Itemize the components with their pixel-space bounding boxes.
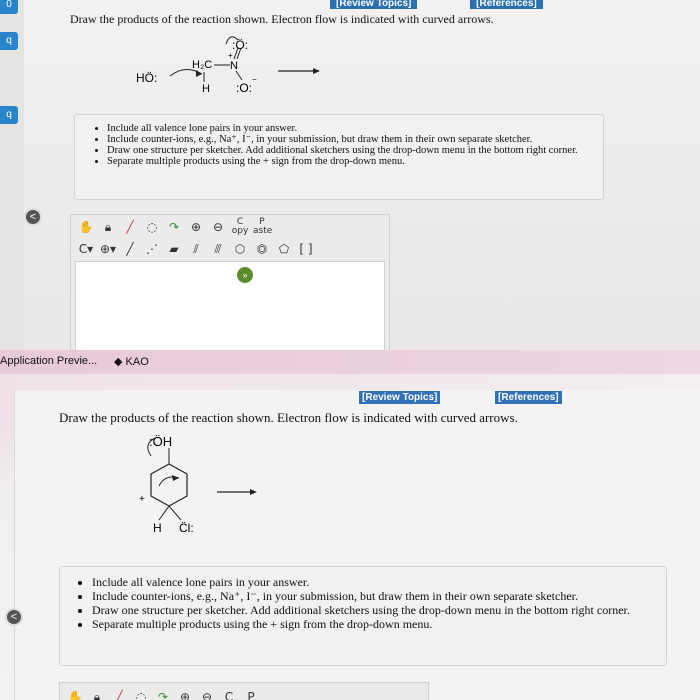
submit-icon[interactable]: »	[237, 267, 253, 283]
bracket-icon[interactable]: [ ]±	[297, 240, 315, 274]
paste-icon[interactable]: P	[242, 688, 260, 700]
review-topics-link[interactable]: [Review Topics]	[330, 0, 418, 9]
rail-tab-2[interactable]: q	[0, 32, 18, 50]
bottom-pane: Application Previe... ◆ KAO [Review Topi…	[0, 350, 700, 700]
reaction-diagram-bottom: :ÖH + H C̈l:	[139, 434, 257, 535]
collapse-button-bottom[interactable]: <	[5, 608, 23, 626]
o-top-label: :Ö:	[232, 38, 248, 52]
reaction-diagram-top: HÖ: H₂C N + :Ö: :O: − H	[136, 36, 320, 95]
kao-icon: ◆	[114, 356, 126, 368]
ring-hexagon-icon[interactable]: ⬡	[231, 240, 249, 258]
instruction-item: Include counter-ions, e.g., Na⁺, I⁻, in …	[107, 134, 603, 145]
lasso-icon[interactable]: ◌	[132, 688, 150, 700]
bond-n-o-bot	[235, 70, 243, 81]
instruction-item: Include all valence lone pairs in your a…	[92, 575, 666, 589]
top-pane: 0 q q [Review Topics] [References] Draw …	[0, 0, 700, 350]
question-text: Draw the products of the reaction shown.…	[70, 12, 494, 26]
sketcher-bottom: ✋ 🔒︎ ╱ ◌ ↷ ⊕ ⊖ C P	[59, 682, 429, 700]
bond-c-cl	[168, 505, 182, 521]
instructions-box-top: Include all valence lone pairs in your a…	[74, 114, 604, 200]
app-title: Application Previe...	[0, 355, 98, 367]
drawing-canvas-top[interactable]	[75, 261, 385, 350]
h-label: H	[202, 83, 210, 95]
app-title-bar: Application Previe... ◆ KAO	[0, 350, 700, 374]
n-label: N	[230, 60, 238, 72]
lock-icon[interactable]: 🔒︎	[99, 218, 117, 236]
element-select[interactable]: C▾	[77, 240, 95, 258]
arrowhead-4	[172, 475, 179, 481]
single-bond-icon[interactable]: ╱	[121, 240, 139, 258]
lasso-icon[interactable]: ◌	[143, 218, 161, 236]
collapse-button-top[interactable]: <	[24, 208, 42, 226]
ring-benzene-icon[interactable]: ⏣	[253, 240, 271, 258]
eraser-icon[interactable]: ╱	[110, 688, 128, 700]
eraser-icon[interactable]: ╱	[121, 218, 139, 236]
wedge-bond-icon[interactable]: ⋰	[143, 240, 161, 258]
carbocation-plus: +	[139, 494, 145, 505]
instruction-item: Draw one structure per sketcher. Add add…	[92, 603, 666, 617]
paste-icon[interactable]: Paste	[253, 218, 273, 236]
ring-pentagon-icon[interactable]: ⬠	[275, 240, 293, 258]
references-label: [References]	[495, 391, 562, 404]
zoom-out-icon[interactable]: ⊖	[209, 218, 227, 236]
hand-icon[interactable]: ✋	[77, 218, 95, 236]
references-link[interactable]: [References]	[470, 0, 543, 9]
instructions-box-bottom: Include all valence lone pairs in your a…	[59, 566, 667, 666]
toolbar-row-1: ✋ 🔒︎ ╱ ◌ ↷ ⊕ ⊖ Copy Paste	[77, 217, 273, 237]
charge-label: ⊕	[99, 242, 111, 256]
arrowhead-1	[196, 70, 202, 77]
kao-text: KAO	[125, 356, 149, 368]
rail-tab-1[interactable]: 0	[0, 0, 18, 14]
zoom-in-icon[interactable]: ⊕	[176, 688, 194, 700]
zoom-in-icon[interactable]: ⊕	[187, 218, 205, 236]
instruction-item: Separate multiple products using the + s…	[92, 617, 666, 631]
kao-label[interactable]: ◆ KAO	[114, 355, 149, 368]
instruction-item: Separate multiple products using the + s…	[107, 156, 603, 167]
ch2-label: H₂C	[192, 59, 212, 71]
instruction-item: Include counter-ions, e.g., Na⁺, I⁻, in …	[92, 589, 666, 603]
zoom-out-icon[interactable]: ⊖	[198, 688, 216, 700]
left-rail: 0 q q	[0, 0, 24, 350]
copy-icon[interactable]: C	[220, 688, 238, 700]
copy-sub: opy	[231, 226, 249, 236]
bond-c-h	[158, 505, 170, 521]
hand-icon[interactable]: ✋	[66, 688, 84, 700]
rail-tab-3[interactable]: q	[0, 106, 18, 124]
paste-sub: aste	[253, 226, 273, 236]
reaction-arrowhead	[313, 68, 320, 74]
question-text-2: Draw the products of the reaction shown.…	[59, 410, 518, 425]
reaction-arrowhead-2	[250, 489, 257, 495]
top-links: [Review Topics] [References]	[330, 0, 593, 9]
review-label: [Review Topics]	[359, 391, 441, 404]
instruction-item: Include all valence lone pairs in your a…	[107, 123, 603, 134]
hydroxide-label: HÖ:	[136, 71, 157, 85]
o-bot-label: :O:	[236, 81, 252, 95]
redo-icon[interactable]: ↷	[165, 218, 183, 236]
review-topics-link-2[interactable]: [Review Topics]	[359, 391, 441, 404]
lock-icon[interactable]: 🔒︎	[88, 688, 106, 700]
copy-icon[interactable]: Copy	[231, 218, 249, 236]
charge-select[interactable]: ⊕▾	[99, 240, 117, 258]
hydroxyl-label: :ÖH	[149, 434, 172, 449]
triple-bond-icon[interactable]: ⫻	[209, 240, 227, 258]
redo-icon[interactable]: ↷	[154, 688, 172, 700]
o-minus: −	[252, 75, 257, 84]
toolbar-row-bottom: ✋ 🔒︎ ╱ ◌ ↷ ⊕ ⊖ C P	[66, 687, 260, 700]
references-link-2[interactable]: [References]	[495, 391, 562, 404]
cl-label: C̈l:	[179, 521, 194, 535]
element-label: C	[78, 242, 88, 256]
sketcher-top: ✋ 🔒︎ ╱ ◌ ↷ ⊕ ⊖ Copy Paste C▾ ⊕▾ ╱ ⋰ ▰ ⫽ …	[70, 214, 390, 350]
cyclohexene-ring	[150, 463, 188, 507]
instruction-item: Draw one structure per sketcher. Add add…	[107, 145, 603, 156]
n-plus: +	[228, 51, 233, 60]
double-bond-icon[interactable]: ⫽	[187, 240, 205, 258]
h-label-2: H	[153, 521, 162, 535]
bold-bond-icon[interactable]: ▰	[165, 240, 183, 258]
question-panel: [Review Topics] [References] Draw the pr…	[5, 390, 700, 700]
toolbar-row-2: C▾ ⊕▾ ╱ ⋰ ▰ ⫽ ⫻ ⬡ ⏣ ⬠ [ ]±	[77, 239, 315, 274]
